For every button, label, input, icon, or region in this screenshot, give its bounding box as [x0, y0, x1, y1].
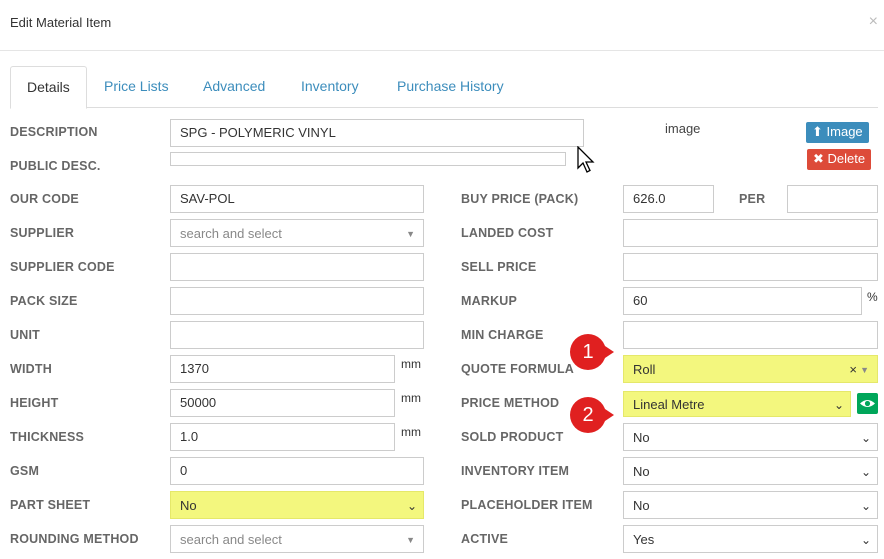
chevron-down-icon: ⌄ — [860, 533, 871, 547]
per-input[interactable] — [787, 185, 878, 213]
close-icon[interactable]: × — [869, 13, 878, 31]
unit-input[interactable] — [170, 321, 424, 349]
tab-inventory[interactable]: Inventory — [285, 66, 375, 108]
width-unit: mm — [401, 357, 421, 371]
public-desc-label: PUBLIC DESC. — [10, 159, 101, 173]
active-value: Yes — [633, 532, 655, 547]
mouse-pointer-icon — [577, 146, 595, 173]
item-image: image — [665, 121, 701, 136]
chevron-down-icon: ⌄ — [860, 465, 871, 479]
gsm-label: GSM — [10, 464, 40, 478]
min-charge-input[interactable] — [623, 321, 878, 349]
width-input[interactable]: 1370 — [170, 355, 395, 383]
quote-formula-select[interactable]: Roll × ▼ — [623, 355, 878, 383]
modal-title: Edit Material Item — [10, 15, 112, 30]
chevron-down-icon: ⌄ — [860, 499, 871, 513]
supplier-code-input[interactable] — [170, 253, 424, 281]
height-input[interactable]: 50000 — [170, 389, 395, 417]
price-method-label: PRICE METHOD — [461, 396, 560, 410]
active-select[interactable]: Yes ⌄ — [623, 525, 878, 553]
landed-cost-input[interactable] — [623, 219, 878, 247]
triangle-down-icon: ▼ — [406, 535, 415, 545]
thickness-unit: mm — [401, 425, 421, 439]
sold-product-select[interactable]: No ⌄ — [623, 423, 878, 451]
unit-label: UNIT — [10, 328, 40, 342]
price-method-select[interactable]: Lineal Metre ⌄ — [623, 391, 851, 417]
quote-formula-label: QUOTE FORMULA — [461, 362, 575, 376]
supplier-placeholder: search and select — [180, 226, 282, 241]
placeholder-item-value: No — [633, 498, 650, 513]
our-code-label: OUR CODE — [10, 192, 79, 206]
upload-icon: ⬆ — [812, 124, 823, 139]
part-sheet-label: PART SHEET — [10, 498, 91, 512]
pack-size-label: PACK SIZE — [10, 294, 78, 308]
upload-image-button[interactable]: ⬆ Image — [806, 122, 869, 143]
part-sheet-value: No — [180, 498, 197, 513]
header-divider — [0, 50, 884, 51]
description-input[interactable]: SPG - POLYMERIC VINYL — [170, 119, 584, 147]
supplier-select[interactable]: search and select ▼ — [170, 219, 424, 247]
markup-unit: % — [867, 290, 878, 304]
inventory-item-value: No — [633, 464, 650, 479]
tab-details[interactable]: Details — [10, 66, 87, 109]
width-label: WIDTH — [10, 362, 52, 376]
sell-price-input[interactable] — [623, 253, 878, 281]
price-method-value: Lineal Metre — [633, 397, 705, 412]
chevron-down-icon: ⌄ — [406, 499, 417, 513]
tab-price-lists[interactable]: Price Lists — [88, 66, 185, 108]
clear-icon[interactable]: × — [849, 356, 857, 384]
inventory-item-select[interactable]: No ⌄ — [623, 457, 878, 485]
buy-price-input[interactable]: 626.0 — [623, 185, 714, 213]
tab-bar: Details Price Lists Advanced Inventory P… — [10, 66, 878, 109]
placeholder-item-label: PLACEHOLDER ITEM — [461, 498, 593, 512]
part-sheet-select[interactable]: No ⌄ — [170, 491, 424, 519]
thickness-input[interactable]: 1.0 — [170, 423, 395, 451]
quote-formula-value: Roll — [633, 362, 656, 377]
triangle-down-icon: ▼ — [406, 229, 415, 239]
height-label: HEIGHT — [10, 396, 59, 410]
public-desc-input[interactable] — [170, 152, 566, 166]
delete-image-button[interactable]: ✖ Delete — [807, 149, 872, 170]
tab-advanced[interactable]: Advanced — [187, 66, 281, 108]
eye-icon — [860, 400, 875, 407]
annotation-badge-1: 1 — [570, 334, 606, 370]
min-charge-label: MIN CHARGE — [461, 328, 544, 342]
active-label: ACTIVE — [461, 532, 509, 546]
sold-product-label: SOLD PRODUCT — [461, 430, 564, 444]
rounding-method-placeholder: search and select — [180, 532, 282, 547]
sell-price-label: SELL PRICE — [461, 260, 537, 274]
triangle-down-icon: ▼ — [860, 365, 869, 375]
gsm-input[interactable]: 0 — [170, 457, 424, 485]
chevron-down-icon: ⌄ — [833, 398, 844, 412]
annotation-badge-2: 2 — [570, 397, 606, 433]
buy-price-label: BUY PRICE (PACK) — [461, 192, 579, 206]
markup-input[interactable]: 60 — [623, 287, 862, 315]
placeholder-item-select[interactable]: No ⌄ — [623, 491, 878, 519]
inventory-item-label: INVENTORY ITEM — [461, 464, 570, 478]
thickness-label: THICKNESS — [10, 430, 85, 444]
view-price-method-button[interactable] — [857, 393, 878, 414]
rounding-method-select[interactable]: search and select ▼ — [170, 525, 424, 553]
our-code-input[interactable]: SAV-POL — [170, 185, 424, 213]
supplier-label: SUPPLIER — [10, 226, 75, 240]
rounding-method-label: ROUNDING METHOD — [10, 532, 139, 546]
chevron-down-icon: ⌄ — [860, 431, 871, 445]
markup-label: MARKUP — [461, 294, 518, 308]
landed-cost-label: LANDED COST — [461, 226, 554, 240]
description-label: DESCRIPTION — [10, 125, 98, 139]
sold-product-value: No — [633, 430, 650, 445]
height-unit: mm — [401, 391, 421, 405]
pack-size-input[interactable] — [170, 287, 424, 315]
per-label: PER — [739, 192, 766, 206]
close-icon: ✖ — [813, 151, 824, 166]
tab-purchase-history[interactable]: Purchase History — [381, 66, 520, 108]
supplier-code-label: SUPPLIER CODE — [10, 260, 115, 274]
